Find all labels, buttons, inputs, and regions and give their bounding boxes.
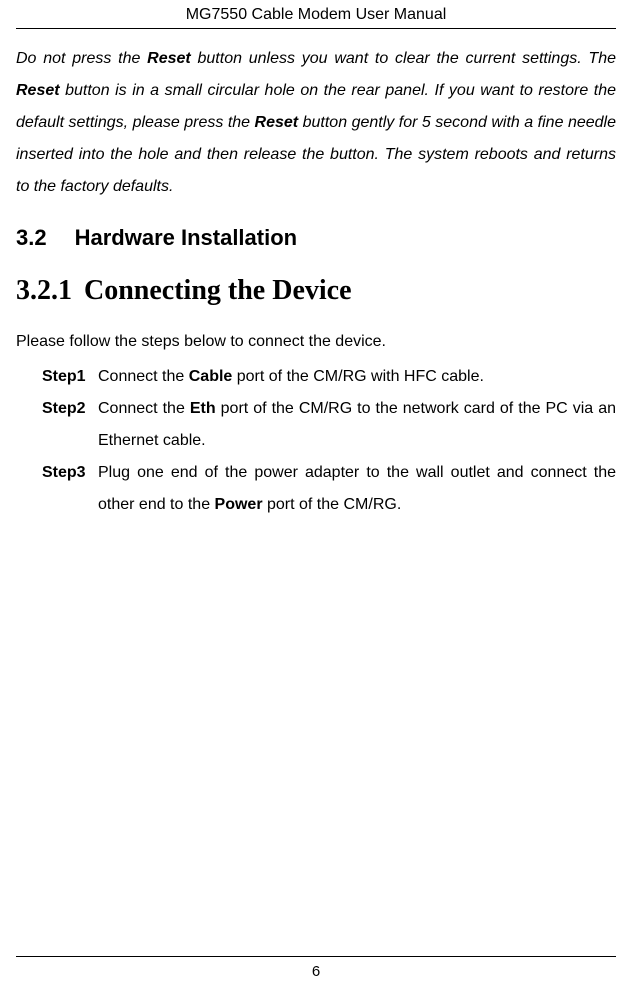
header-title: MG7550 Cable Modem User Manual bbox=[186, 6, 447, 23]
step-label: Step3 bbox=[42, 457, 98, 489]
step-text-part: port of the CM/RG. bbox=[263, 496, 402, 513]
step-item: Step3 Plug one end of the power adapter … bbox=[42, 457, 616, 521]
step-bold-eth: Eth bbox=[190, 400, 216, 417]
step-text-part: port of the CM/RG with HFC cable. bbox=[232, 368, 484, 385]
subsection-title: Connecting the Device bbox=[84, 275, 352, 306]
step-item: Step2 Connect the Eth port of the CM/RG … bbox=[42, 393, 616, 457]
intro-bold-reset-1: Reset bbox=[147, 50, 191, 67]
subsection-heading: 3.2.1 Connecting the Device bbox=[16, 275, 616, 307]
intro-bold-reset-3: Reset bbox=[255, 114, 299, 131]
page-footer: 6 bbox=[16, 956, 616, 980]
step-text: Connect the Cable port of the CM/RG with… bbox=[98, 361, 616, 393]
subsection-number: 3.2.1 bbox=[16, 275, 72, 307]
step-text: Plug one end of the power adapter to the… bbox=[98, 457, 616, 521]
intro-paragraph: Do not press the Reset button unless you… bbox=[16, 43, 616, 203]
section-heading: 3.2 Hardware Installation bbox=[16, 225, 616, 251]
step-label: Step1 bbox=[42, 361, 98, 393]
step-label: Step2 bbox=[42, 393, 98, 425]
page-header: MG7550 Cable Modem User Manual bbox=[16, 0, 616, 29]
step-text: Connect the Eth port of the CM/RG to the… bbox=[98, 393, 616, 457]
step-text-part: Connect the bbox=[98, 400, 190, 417]
step-text-part: Connect the bbox=[98, 368, 189, 385]
step-bold-cable: Cable bbox=[189, 368, 233, 385]
intro-text: Do not press the bbox=[16, 50, 147, 67]
page-number: 6 bbox=[312, 963, 320, 980]
intro-bold-reset-2: Reset bbox=[16, 82, 60, 99]
section-title: Hardware Installation bbox=[75, 225, 298, 250]
section-number: 3.2 bbox=[16, 225, 47, 251]
steps-list: Step1 Connect the Cable port of the CM/R… bbox=[16, 361, 616, 521]
lead-text: Please follow the steps below to connect… bbox=[16, 329, 616, 355]
intro-text: button unless you want to clear the curr… bbox=[191, 50, 616, 67]
step-item: Step1 Connect the Cable port of the CM/R… bbox=[42, 361, 616, 393]
step-bold-power: Power bbox=[215, 496, 263, 513]
